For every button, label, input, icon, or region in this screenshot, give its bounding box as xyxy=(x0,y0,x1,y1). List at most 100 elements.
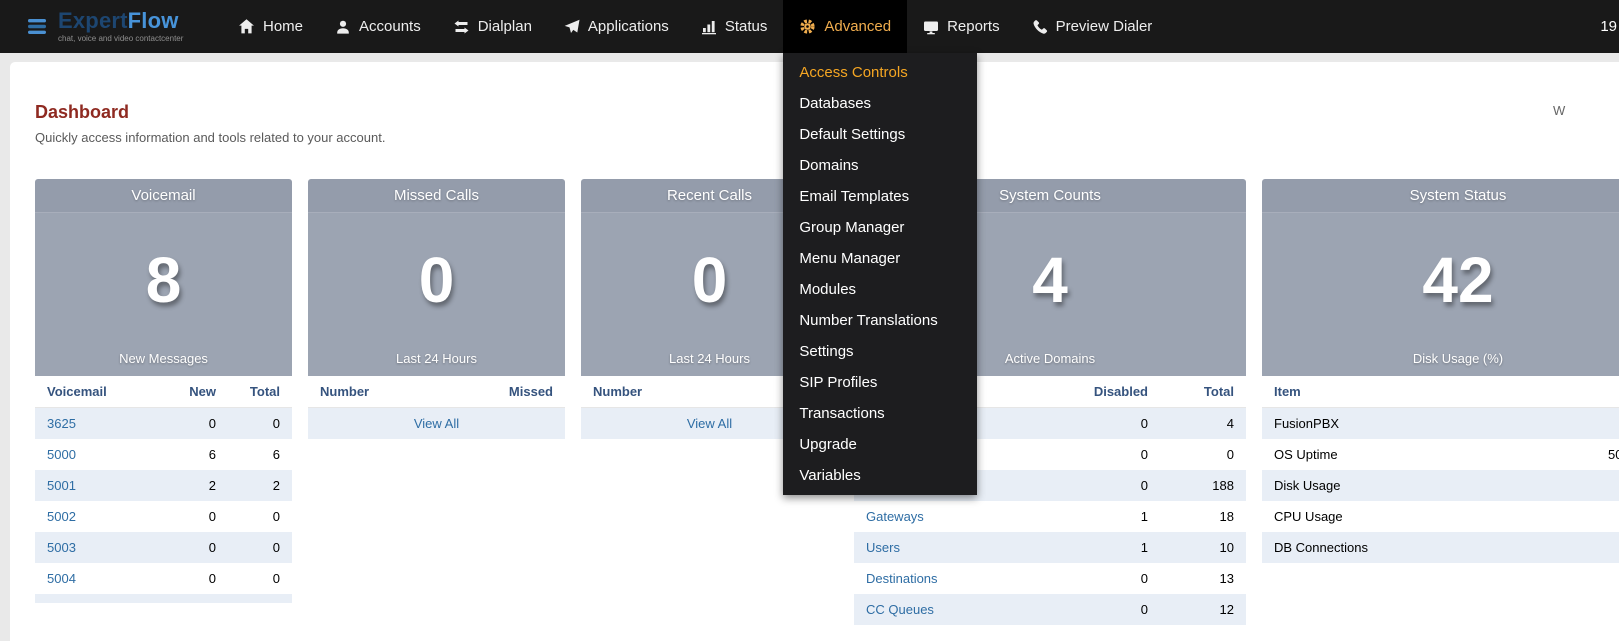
cell-link-5004[interactable]: 5004 xyxy=(47,571,76,586)
dropdown-item-transactions[interactable]: Transactions xyxy=(783,398,977,429)
table-row: 500300 xyxy=(35,532,292,563)
dropdown-item-number-translations[interactable]: Number Translations xyxy=(783,305,977,336)
dropdown-item-upgrade[interactable]: Upgrade xyxy=(783,429,977,460)
cell-link-5002[interactable]: 5002 xyxy=(47,509,76,524)
table-row: 500200 xyxy=(35,501,292,532)
table-row: 500066 xyxy=(35,439,292,470)
table-cell: 13 xyxy=(1160,563,1246,594)
missed-calls-view-all-link[interactable]: View All xyxy=(414,416,459,431)
table-cell: 2 xyxy=(228,470,292,501)
cell-link-5000[interactable]: 5000 xyxy=(47,447,76,462)
column-header xyxy=(1596,376,1619,408)
table-row: CPU Usage xyxy=(1262,501,1619,532)
table-cell: Disk Usage xyxy=(1262,470,1596,501)
table-cell: 0 xyxy=(1074,470,1160,501)
table-row: Gateways118 xyxy=(854,501,1246,532)
table-cell: 0 xyxy=(172,501,228,532)
dropdown-item-email-templates[interactable]: Email Templates xyxy=(783,181,977,212)
table-cell: DB Connections xyxy=(1262,532,1596,563)
voicemail-card-title: Voicemail xyxy=(35,179,292,213)
dropdown-item-menu-manager[interactable]: Menu Manager xyxy=(783,243,977,274)
system-counts-value: 4 xyxy=(1032,209,1068,351)
nav-item-applications[interactable]: Applications xyxy=(548,0,685,53)
nav-item-accounts[interactable]: Accounts xyxy=(319,0,437,53)
navbar-right-text: 19 xyxy=(1600,0,1617,53)
nav-item-label: Advanced xyxy=(824,18,891,35)
table-cell: 0 xyxy=(1074,408,1160,440)
chart-icon xyxy=(701,19,717,35)
nav-item-advanced[interactable]: AdvancedAccess ControlsDatabasesDefault … xyxy=(783,0,907,53)
nav-item-preview-dialer[interactable]: Preview Dialer xyxy=(1016,0,1169,53)
expertflow-logo[interactable]: ExpertFlow chat, voice and video contact… xyxy=(0,0,196,53)
table-cell: 10 xyxy=(1160,532,1246,563)
table-cell: 0 xyxy=(172,563,228,594)
table-cell: 4 xyxy=(1160,408,1246,440)
dropdown-item-default-settings[interactable]: Default Settings xyxy=(783,119,977,150)
cell-link-5001[interactable]: 5001 xyxy=(47,478,76,493)
card-missed-calls: Missed Calls0Last 24 HoursNumberMissedVi… xyxy=(308,179,565,439)
nav-item-dialplan[interactable]: Dialplan xyxy=(437,0,548,53)
nav-item-label: Applications xyxy=(588,18,669,35)
expertflow-logo-icon xyxy=(28,18,48,35)
cell-link-cc-queues[interactable]: CC Queues xyxy=(866,602,934,617)
cell-link-5003[interactable]: 5003 xyxy=(47,540,76,555)
cell-link-gateways[interactable]: Gateways xyxy=(866,509,924,524)
table-cell xyxy=(1596,532,1619,563)
dropdown-item-access-controls[interactable]: Access Controls xyxy=(783,57,977,88)
cell-link-3625[interactable]: 3625 xyxy=(47,416,76,431)
phone-icon xyxy=(1032,19,1048,35)
column-header: Total xyxy=(228,376,292,408)
table-row: 362500 xyxy=(35,408,292,440)
column-header: Number xyxy=(308,376,493,408)
column-header: New xyxy=(172,376,228,408)
table-cell xyxy=(1596,501,1619,532)
nav-item-reports[interactable]: Reports xyxy=(907,0,1016,53)
table-cell xyxy=(1596,408,1619,440)
dropdown-item-group-manager[interactable]: Group Manager xyxy=(783,212,977,243)
table-cell: 0 xyxy=(172,532,228,563)
column-header: Voicemail xyxy=(35,376,172,408)
recent-calls-value-label: Last 24 Hours xyxy=(669,351,750,366)
table-cell: 1 xyxy=(1074,501,1160,532)
gear-icon xyxy=(799,18,816,35)
system-status-table: ItemFusionPBXOS Uptime50Disk UsageCPU Us… xyxy=(1262,376,1619,563)
nav-item-home[interactable]: Home xyxy=(222,0,319,53)
table-cell: CPU Usage xyxy=(1262,501,1596,532)
dropdown-item-modules[interactable]: Modules xyxy=(783,274,977,305)
voicemail-value-label: New Messages xyxy=(119,351,208,366)
table-cell xyxy=(1596,470,1619,501)
missed-calls-card-title: Missed Calls xyxy=(308,179,565,213)
table-cell: 50 xyxy=(1596,439,1619,470)
system-counts-value-label: Active Domains xyxy=(1005,351,1095,366)
dropdown-item-databases[interactable]: Databases xyxy=(783,88,977,119)
cell-link-users[interactable]: Users xyxy=(866,540,900,555)
table-row: Destinations013 xyxy=(854,563,1246,594)
nav-item-status[interactable]: Status xyxy=(685,0,784,53)
table-row: FusionPBX xyxy=(1262,408,1619,440)
nav-item-label: Accounts xyxy=(359,18,421,35)
voicemail-hero: 8New Messages xyxy=(35,213,292,376)
cell-link-destinations[interactable]: Destinations xyxy=(866,571,938,586)
dropdown-item-sip-profiles[interactable]: SIP Profiles xyxy=(783,367,977,398)
dropdown-item-domains[interactable]: Domains xyxy=(783,150,977,181)
nav-menu: Home Accounts Dialplan Applications Status Ad… xyxy=(222,0,1168,53)
recent-calls-view-all-link[interactable]: View All xyxy=(687,416,732,431)
nav-item-label: Reports xyxy=(947,18,1000,35)
table-cell: 12 xyxy=(1160,594,1246,625)
table-cell: 188 xyxy=(1160,470,1246,501)
table-cell: 0 xyxy=(228,563,292,594)
column-header: Disabled xyxy=(1074,376,1160,408)
column-header: Number xyxy=(581,376,786,408)
table-cell: OS Uptime xyxy=(1262,439,1596,470)
nav-item-label: Status xyxy=(725,18,768,35)
logo-expert: Expert xyxy=(58,8,128,33)
dropdown-item-settings[interactable]: Settings xyxy=(783,336,977,367)
home-icon xyxy=(238,18,255,35)
send-icon xyxy=(564,19,580,35)
swap-icon xyxy=(453,19,470,35)
column-header: Item xyxy=(1262,376,1596,408)
table-row: Users110 xyxy=(854,532,1246,563)
welcome-text: W xyxy=(1553,103,1565,118)
dropdown-item-variables[interactable]: Variables xyxy=(783,460,977,491)
recent-calls-value: 0 xyxy=(692,209,728,351)
